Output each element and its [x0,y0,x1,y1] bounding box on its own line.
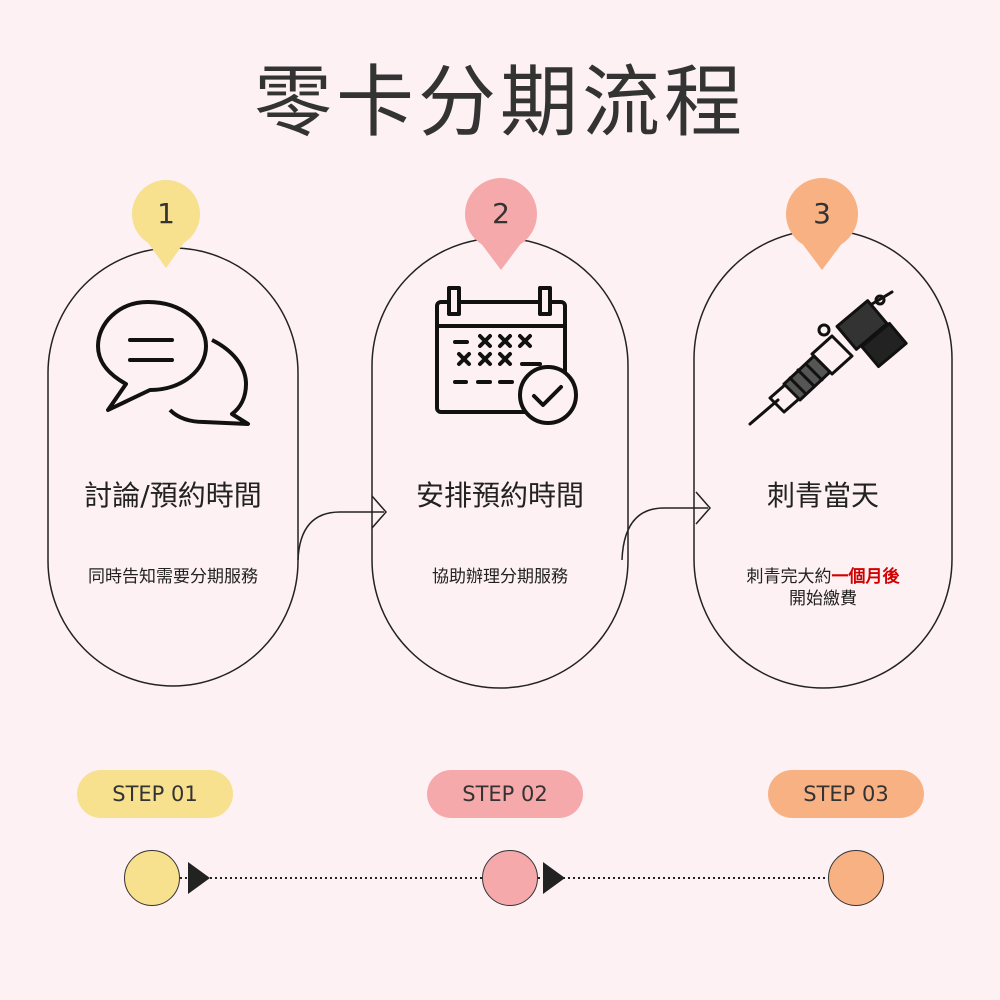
step-3-description: 刺青完大約一個月後 開始繳費 [673,566,973,610]
step-1-pill: STEP 01 [77,770,233,818]
step-2-desc-line: 協助辦理分期服務 [432,567,568,587]
timeline-arrow-1 [188,862,210,894]
step-3-desc-line2: 開始繳費 [789,589,857,609]
timeline-arrow-2 [543,862,565,894]
step-2-description: 協助辦理分期服務 [350,566,650,588]
tattoo-machine-icon [748,290,908,426]
step-2-card-outline [371,237,629,689]
step-3-title: 刺青當天 [766,479,879,512]
chat-bubbles-icon [96,300,250,426]
step-2-pill: STEP 02 [427,770,583,818]
step-2-number: 2 [492,197,510,230]
step-3-desc-pre: 刺青完大約 [746,567,832,587]
step-1-card-outline [47,247,299,687]
timeline-dot-1 [124,850,180,906]
infographic: 零卡分期流程 1 2 3 討論/預約時間 安排預約時間 刺青當天 同時告知需要分… [0,0,1000,1000]
step-3-number: 3 [813,197,831,230]
step-1-description: 同時告知需要分期服務 [23,566,323,588]
step-1-number: 1 [157,197,175,230]
timeline-dot-3 [828,850,884,906]
page-title: 零卡分期流程 [253,58,746,148]
step-3-desc-highlight: 一個月後 [831,567,900,587]
step-3-pill: STEP 03 [768,770,924,818]
step-1-desc-line: 同時告知需要分期服務 [88,567,258,587]
step-3-card-outline [693,229,953,689]
step-1-title: 討論/預約時間 [84,479,262,512]
timeline-dot-2 [482,850,538,906]
step-2-title: 安排預約時間 [415,479,584,512]
calendar-check-icon [435,286,578,425]
